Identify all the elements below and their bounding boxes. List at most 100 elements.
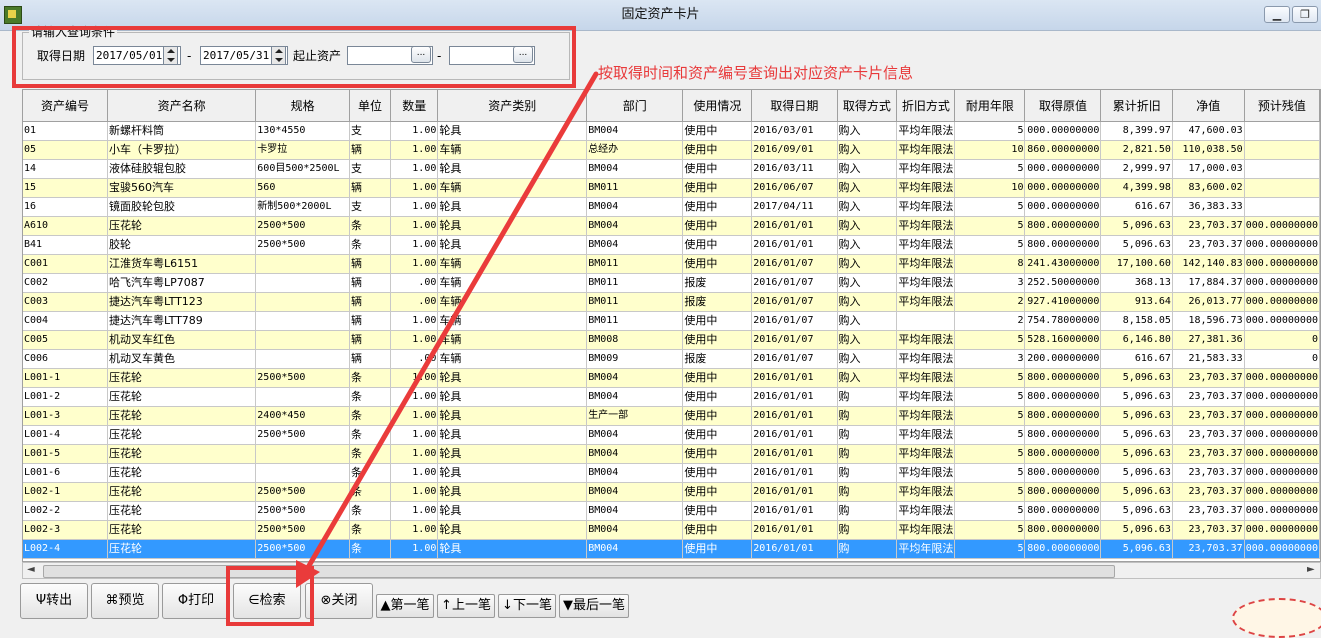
table-cell[interactable]: 800.00000000 (1024, 235, 1102, 255)
table-cell[interactable]: 2016/01/07 (751, 254, 838, 274)
table-cell[interactable]: 927.41000000 (1024, 292, 1102, 312)
table-cell[interactable]: 2016/01/07 (751, 273, 838, 293)
table-cell[interactable]: 平均年限法 (896, 178, 956, 198)
table-cell[interactable]: L001-1 (23, 368, 108, 388)
table-cell[interactable]: 5,096.63 (1100, 444, 1173, 464)
table-cell[interactable]: 购入 (837, 216, 898, 236)
table-cell[interactable]: 购 (837, 463, 898, 483)
table-cell[interactable]: 23,703.37 (1172, 463, 1245, 483)
table-cell[interactable]: 2016/01/01 (751, 235, 838, 255)
table-cell[interactable]: 购入 (837, 121, 898, 141)
table-cell[interactable]: 购入 (837, 292, 898, 312)
table-cell[interactable]: 800.00000000 (1024, 216, 1102, 236)
table-cell[interactable]: 平均年限法 (896, 292, 956, 312)
table-cell[interactable]: 23,703.37 (1172, 501, 1245, 521)
table-cell[interactable]: 000.00000000 (1244, 444, 1320, 464)
table-row[interactable]: L001-3 压花轮 2400*450 条 1.00 轮具 生产一部 使用中 2016/01/0… (23, 406, 1320, 426)
table-cell[interactable]: 800.00000000 (1024, 463, 1102, 483)
table-cell[interactable]: 轮具 (437, 501, 588, 521)
table-cell[interactable]: 23,703.37 (1172, 387, 1245, 407)
table-cell[interactable]: 15 (23, 178, 108, 198)
table-cell[interactable]: 23,703.37 (1172, 216, 1245, 236)
table-cell[interactable]: 860.00000000 (1024, 140, 1102, 160)
table-row[interactable]: C002 哈飞汽车粤LP7087 辆 .00 车辆 BM011 报废 2016/01/07 购入… (23, 273, 1320, 293)
table-cell[interactable]: 110,038.50 (1172, 140, 1245, 160)
table-cell[interactable]: 条 (349, 501, 392, 521)
table-cell[interactable]: 142,140.83 (1172, 254, 1245, 274)
table-row[interactable]: C004 捷达汽车粤LTT789 辆 1.00 车辆 BM011 使用中 2016/01/07… (23, 311, 1320, 331)
table-cell[interactable]: 130*4550 (255, 121, 350, 141)
table-cell[interactable]: C006 (23, 349, 108, 369)
table-cell[interactable]: 平均年限法 (896, 159, 956, 179)
table-cell[interactable]: 1.00 (390, 520, 439, 540)
table-cell[interactable]: 报废 (682, 349, 753, 369)
table-cell[interactable]: 2500*500 (255, 425, 350, 445)
table-cell[interactable]: 轮具 (437, 406, 588, 426)
table-cell[interactable]: 使用中 (682, 311, 753, 331)
export-button[interactable]: Ψ转出 (20, 583, 88, 619)
table-cell[interactable]: BM011 (586, 292, 684, 312)
table-cell[interactable]: 购 (837, 387, 898, 407)
table-cell[interactable]: 5 (954, 425, 1026, 445)
table-cell[interactable]: BM004 (586, 121, 684, 141)
table-cell[interactable]: 压花轮 (107, 520, 257, 540)
table-cell[interactable]: 1.00 (390, 482, 439, 502)
table-cell[interactable]: 000.00000000 (1244, 368, 1320, 388)
table-cell[interactable]: 26,013.77 (1172, 292, 1245, 312)
table-cell[interactable]: 913.64 (1100, 292, 1173, 312)
table-cell[interactable]: 平均年限法 (896, 330, 956, 350)
table-cell[interactable]: 2016/01/07 (751, 349, 838, 369)
table-cell[interactable]: 使用中 (682, 387, 753, 407)
table-cell[interactable]: 使用中 (682, 444, 753, 464)
table-cell[interactable]: 754.78000000 (1024, 311, 1102, 331)
table-cell[interactable]: 轮具 (437, 387, 588, 407)
table-cell[interactable]: 平均年限法 (896, 140, 956, 160)
table-cell[interactable]: 600目500*2500L (255, 159, 350, 179)
table-cell[interactable]: 2500*500 (255, 235, 350, 255)
table-cell[interactable]: 条 (349, 425, 392, 445)
table-cell[interactable]: 27,381.36 (1172, 330, 1245, 350)
table-cell[interactable]: 000.00000000 (1024, 159, 1102, 179)
minimize-button[interactable]: ▁ (1264, 6, 1290, 23)
table-cell[interactable]: 条 (349, 216, 392, 236)
table-cell[interactable]: BM011 (586, 311, 684, 331)
table-cell[interactable]: 2500*500 (255, 501, 350, 521)
scroll-right-icon[interactable]: ► (1307, 564, 1315, 575)
table-cell[interactable]: 辆 (349, 178, 392, 198)
table-cell[interactable] (1244, 178, 1320, 198)
table-cell[interactable]: 购入 (837, 159, 898, 179)
table-cell[interactable]: 使用中 (682, 159, 753, 179)
table-cell[interactable]: 2016/01/01 (751, 539, 838, 559)
col-header[interactable]: 单位 (349, 90, 392, 122)
table-cell[interactable]: 购 (837, 406, 898, 426)
table-cell[interactable]: 1.00 (390, 311, 439, 331)
last-record-button[interactable]: ▼最后一笔 (559, 594, 629, 618)
table-cell[interactable] (1244, 197, 1320, 217)
table-row[interactable]: B41 胶轮 2500*500 条 1.00 轮具 BM004 使用中 2016/01/01 购入… (23, 235, 1320, 255)
table-cell[interactable]: .00 (390, 349, 439, 369)
table-cell[interactable]: 23,703.37 (1172, 425, 1245, 445)
table-cell[interactable]: 平均年限法 (896, 539, 956, 559)
table-cell[interactable]: 000.00000000 (1244, 406, 1320, 426)
table-cell[interactable]: 800.00000000 (1024, 387, 1102, 407)
table-cell[interactable]: C001 (23, 254, 108, 274)
table-cell[interactable]: 平均年限法 (896, 482, 956, 502)
table-cell[interactable]: 200.00000000 (1024, 349, 1102, 369)
table-cell[interactable]: 5,096.63 (1100, 482, 1173, 502)
table-cell[interactable]: 23,703.37 (1172, 482, 1245, 502)
table-cell[interactable]: 购入 (837, 368, 898, 388)
table-cell[interactable]: 2016/01/01 (751, 387, 838, 407)
close-button[interactable]: ⊗关闭 (305, 583, 373, 619)
table-cell[interactable]: 5 (954, 159, 1026, 179)
table-cell[interactable]: 000.00000000 (1244, 216, 1320, 236)
table-cell[interactable]: 368.13 (1100, 273, 1173, 293)
table-cell[interactable]: 压花轮 (107, 539, 257, 559)
table-cell[interactable]: L001-4 (23, 425, 108, 445)
table-row[interactable]: 01 新螺杆料筒 130*4550 支 1.00 轮具 BM004 使用中 2016/03/01… (23, 121, 1320, 141)
table-cell[interactable]: 平均年限法 (896, 254, 956, 274)
table-cell[interactable]: 轮具 (437, 368, 588, 388)
table-cell[interactable]: 捷达汽车粤LTT789 (107, 311, 257, 331)
table-cell[interactable]: 2016/01/07 (751, 311, 838, 331)
table-cell[interactable]: 800.00000000 (1024, 425, 1102, 445)
table-cell[interactable]: 轮具 (437, 235, 588, 255)
